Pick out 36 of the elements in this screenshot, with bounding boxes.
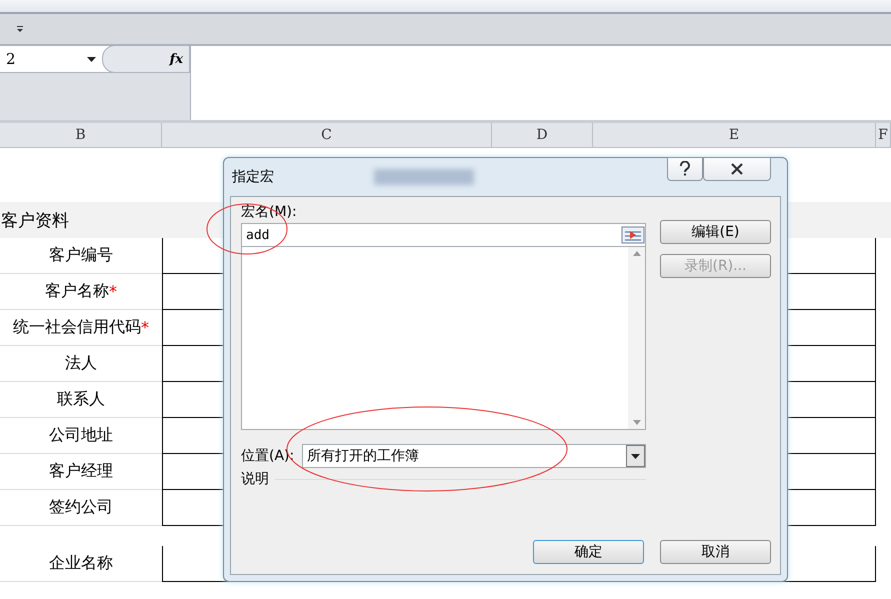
dropdown-arrow-icon bbox=[631, 454, 640, 458]
field-label: 联系人 bbox=[57, 389, 105, 410]
required-mark: * bbox=[109, 282, 117, 301]
column-header[interactable]: B bbox=[0, 123, 162, 147]
field-label: 法人 bbox=[65, 353, 97, 374]
column-header[interactable]: E bbox=[593, 123, 876, 147]
field-label: 签约公司 bbox=[49, 497, 113, 518]
dialog-button[interactable]: 取消 bbox=[660, 540, 771, 564]
field-label: 企业名称 bbox=[49, 553, 113, 574]
field-label: 统一社会信用代码 bbox=[13, 317, 141, 338]
field-label: 客户经理 bbox=[49, 461, 113, 482]
column-header[interactable]: C bbox=[162, 123, 492, 147]
help-button[interactable] bbox=[667, 157, 703, 181]
column-header[interactable]: F bbox=[876, 123, 891, 147]
description-label: 说明 bbox=[241, 470, 269, 488]
column-header[interactable]: D bbox=[492, 123, 593, 147]
close-icon bbox=[730, 163, 744, 175]
dialog-title: 指定宏 bbox=[232, 168, 274, 186]
scroll-up-icon[interactable] bbox=[632, 251, 640, 256]
dropdown-arrow-icon bbox=[87, 56, 96, 62]
location-dropdown[interactable]: 所有打开的工作簿 bbox=[302, 444, 646, 468]
insert-function-button[interactable]: fx bbox=[170, 52, 183, 66]
dialog-button[interactable]: 编辑(E) bbox=[660, 220, 771, 244]
scrollbar[interactable] bbox=[628, 247, 645, 429]
dropdown-icon[interactable] bbox=[16, 25, 24, 33]
macro-name-field[interactable]: add bbox=[241, 223, 646, 247]
name-box[interactable]: 2 bbox=[0, 50, 102, 68]
required-mark: * bbox=[141, 318, 149, 337]
close-button[interactable] bbox=[703, 157, 771, 181]
dialog-button[interactable]: 确定 bbox=[533, 540, 644, 564]
collapse-dialog-icon[interactable] bbox=[621, 226, 645, 244]
field-label: 公司地址 bbox=[49, 425, 113, 446]
field-label: 客户名称 bbox=[45, 281, 109, 302]
scroll-down-icon[interactable] bbox=[632, 420, 640, 425]
field-label: 客户编号 bbox=[49, 245, 113, 266]
help-icon bbox=[679, 161, 691, 177]
